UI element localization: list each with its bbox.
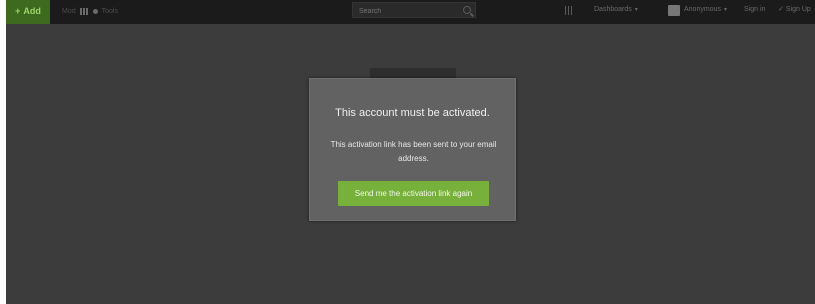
search-input[interactable]: [357, 4, 457, 18]
activation-dialog: This account must be activated. This act…: [309, 78, 516, 221]
user-menu[interactable]: Anonymous ▾: [684, 0, 727, 22]
bars-icon[interactable]: [565, 6, 574, 15]
check-icon: ✓: [778, 6, 784, 13]
toolbar-item-mod[interactable]: Mod: [62, 8, 76, 15]
chevron-down-icon: ▾: [634, 7, 638, 13]
avatar[interactable]: [668, 5, 680, 16]
add-button-label: Add: [23, 6, 41, 16]
sign-up-link[interactable]: ✓ Sign Up: [778, 0, 811, 22]
sign-in-label: Sign in: [744, 6, 766, 13]
app-window: +Add Mod Tools Dashboards▾ Anonymous▾ Si…: [6, 0, 815, 304]
plus-icon: +: [15, 6, 21, 16]
user-label: Anonymous: [684, 6, 721, 13]
dashboards-menu[interactable]: Dashboards ▾: [594, 0, 638, 22]
search-box: [352, 2, 476, 18]
add-button[interactable]: + Add: [6, 0, 50, 24]
dot-icon[interactable]: [92, 8, 98, 14]
dialog-message: This activation link has been sent to yo…: [330, 140, 497, 163]
toolbar-item-tools[interactable]: Tools: [102, 8, 118, 15]
dialog-title: This account must be activated.: [335, 107, 490, 119]
grid-icon[interactable]: [79, 7, 89, 15]
sign-up-label: Sign Up: [785, 6, 811, 13]
dashboards-label: Dashboards: [594, 6, 632, 13]
top-navigation-bar: +Add Mod Tools Dashboards▾ Anonymous▾ Si…: [6, 0, 815, 24]
sign-in-link[interactable]: Sign in: [744, 0, 765, 22]
search-icon[interactable]: [463, 6, 471, 14]
chevron-down-icon: ▾: [723, 7, 727, 13]
resend-activation-button[interactable]: Send me the activation link again: [338, 181, 489, 206]
left-toolbar: Mod Tools: [62, 0, 122, 22]
